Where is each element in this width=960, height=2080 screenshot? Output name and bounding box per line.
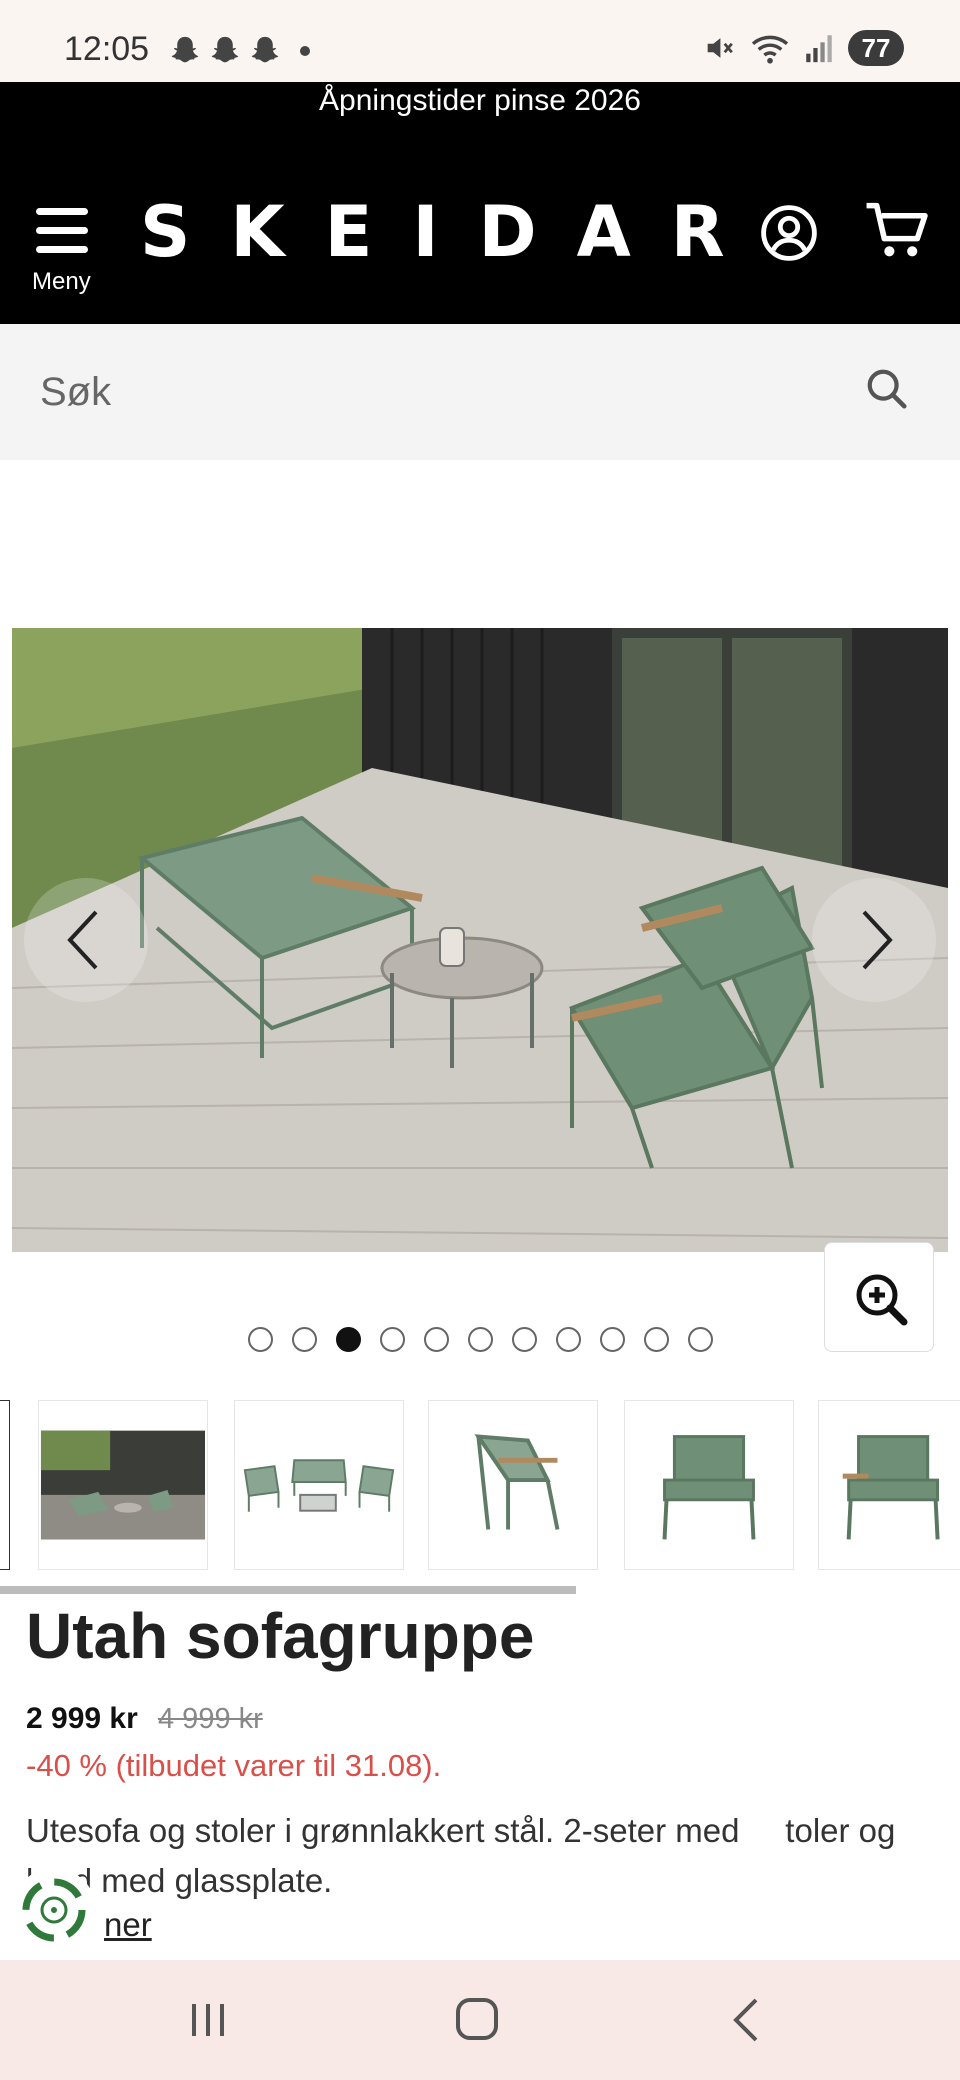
skeidar-logo[interactable]: SKEIDAR [140, 192, 725, 272]
home-button[interactable] [436, 1988, 516, 2052]
product-image[interactable] [12, 628, 948, 1252]
prev-image-button[interactable] [24, 878, 148, 1002]
product-description: Utesofa og stoler i grønnlakkert stål. 2… [26, 1812, 896, 1899]
status-time: 12:05 [64, 30, 150, 68]
search-bar [0, 324, 960, 460]
recent-apps-button[interactable] [168, 1988, 248, 2052]
carousel-dot[interactable] [248, 1327, 273, 1352]
thumb-lifestyle-patio[interactable] [38, 1400, 208, 1570]
read-more-link[interactable]: ner [104, 1906, 152, 1944]
menu-label: Meny [32, 268, 91, 295]
thumbnail-scrollbar[interactable] [0, 1586, 576, 1594]
wifi-icon [751, 35, 789, 64]
carousel-dot[interactable] [600, 1327, 625, 1352]
carousel-dot[interactable] [688, 1327, 713, 1352]
carousel-dot[interactable] [512, 1327, 537, 1352]
back-button[interactable] [706, 1988, 786, 2052]
status-bar: 12:05 77 [0, 0, 960, 82]
thumb-set-overview[interactable] [234, 1400, 404, 1570]
thumb-chair-side[interactable] [428, 1400, 598, 1570]
thumb-chair-front[interactable] [624, 1400, 794, 1570]
thumb-chair-angle[interactable] [818, 1400, 960, 1570]
battery-icon: 77 [848, 30, 904, 66]
promo-banner[interactable]: Åpningstider pinse 2026 [0, 82, 960, 118]
back-icon [733, 1998, 758, 2042]
recent-apps-icon [192, 2004, 224, 2036]
snapchat-icon [211, 36, 239, 63]
carousel-dot[interactable] [292, 1327, 317, 1352]
carousel-dot[interactable] [468, 1327, 493, 1352]
signal-icon [806, 35, 832, 63]
cart-icon[interactable] [864, 200, 930, 262]
snapchat-icon [251, 36, 279, 63]
carousel-dot[interactable] [380, 1327, 405, 1352]
zoom-button[interactable] [824, 1242, 934, 1352]
thumb-partial[interactable] [0, 1400, 10, 1570]
site-header: Åpningstider pinse 2026 Meny SKEIDAR [0, 82, 960, 324]
recycle-icon [22, 1878, 86, 1942]
search-input[interactable] [40, 364, 820, 420]
hamburger-icon [36, 208, 88, 265]
current-price: 2 999 kr [26, 1702, 138, 1735]
thumbnail-strip [0, 1400, 960, 1572]
patio-photo [12, 628, 948, 1252]
zoom-in-icon [856, 1274, 908, 1326]
product-title: Utah sofagruppe [26, 1600, 535, 1672]
eco-badge[interactable] [12, 1868, 96, 1952]
notification-icons [168, 34, 310, 68]
chevron-right-icon [862, 910, 893, 970]
chevron-left-icon [67, 910, 98, 970]
carousel-dot[interactable] [424, 1327, 449, 1352]
account-icon[interactable] [760, 204, 818, 262]
system-icons: 77 [702, 30, 904, 66]
next-image-button[interactable] [812, 878, 936, 1002]
snapchat-icon [171, 36, 199, 63]
carousel-dot[interactable] [556, 1327, 581, 1352]
discount-text: -40 % (tilbudet varer til 31.08). [26, 1748, 442, 1783]
carousel-dots [248, 1327, 713, 1352]
old-price: 4 999 kr [158, 1703, 263, 1735]
dot-icon [300, 46, 310, 56]
system-nav-bar [0, 1960, 960, 2080]
search-icon[interactable] [864, 366, 910, 412]
mute-icon [707, 38, 733, 58]
carousel-dot[interactable] [644, 1327, 669, 1352]
home-icon [456, 1998, 498, 2040]
carousel-dot-active[interactable] [336, 1327, 361, 1352]
